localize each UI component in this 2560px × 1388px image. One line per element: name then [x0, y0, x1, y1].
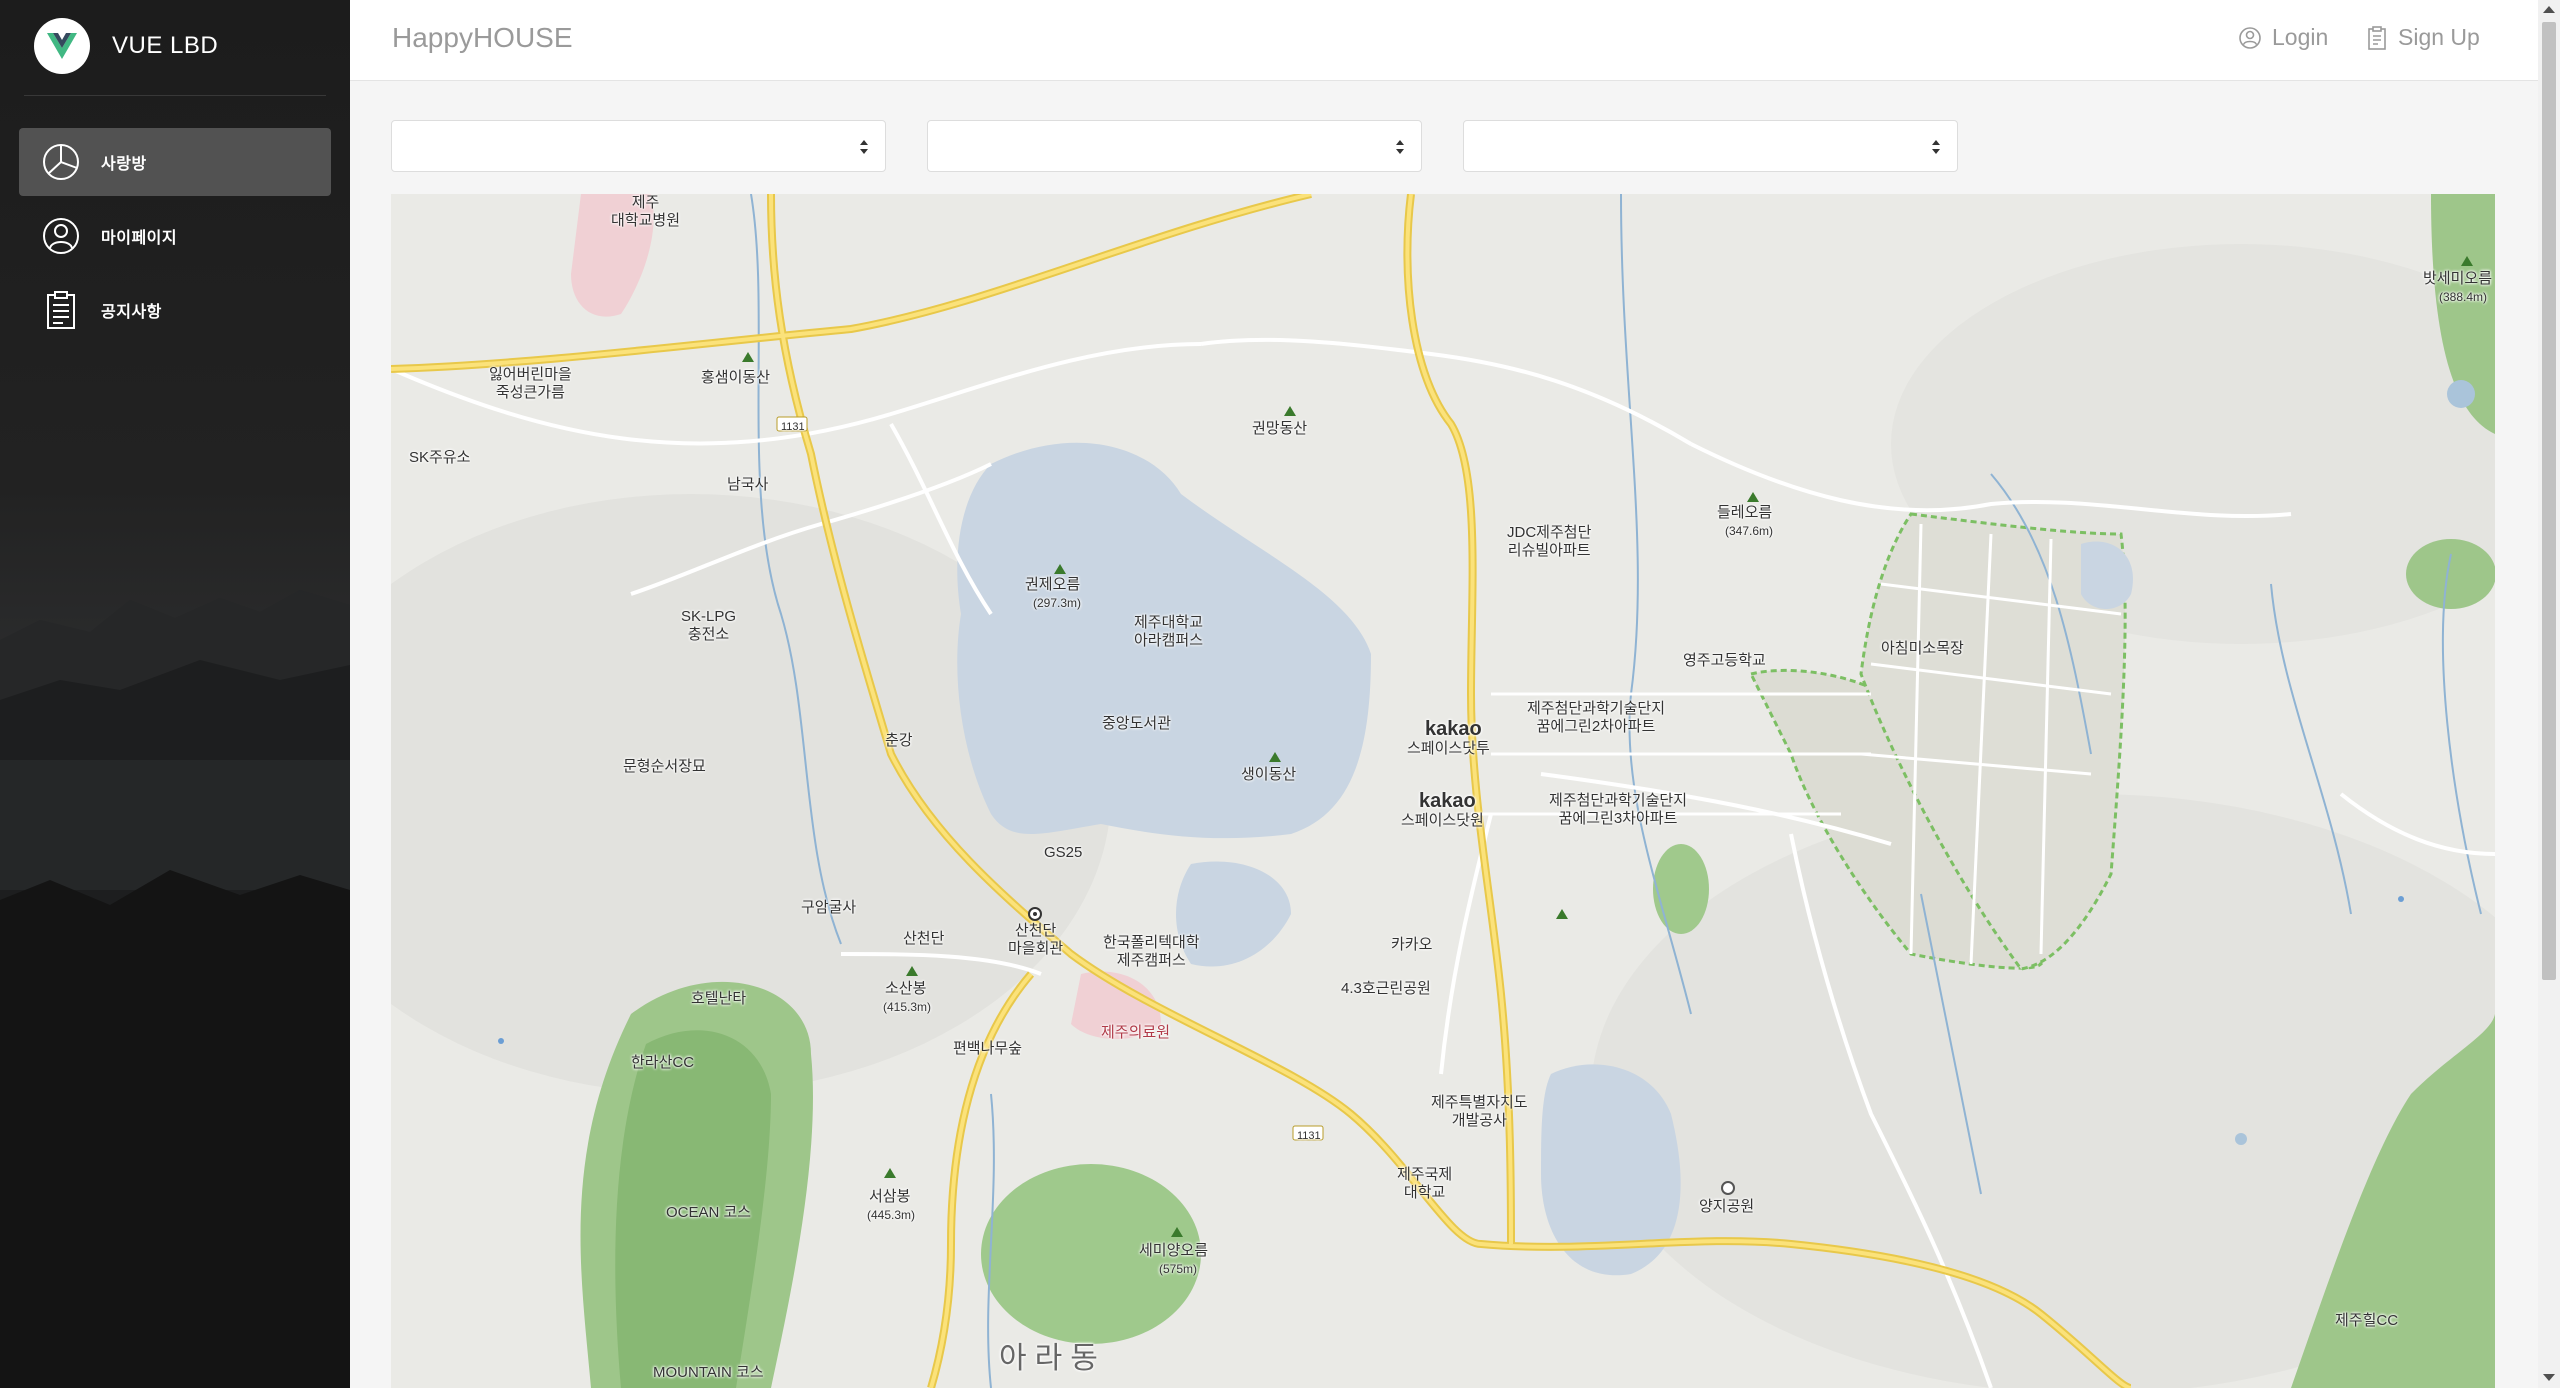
- map-label-hotel-nanta: 호텔난타: [691, 990, 747, 1007]
- sidebar-item-sarangbang[interactable]: 사랑방: [19, 128, 331, 196]
- map-label-mountain-course: MOUNTAIN 코스: [653, 1364, 764, 1381]
- map-label-central-library: 중앙도서관: [1102, 715, 1172, 732]
- map-label-gs25: GS25: [1044, 844, 1083, 861]
- brand-name: VUE LBD: [112, 32, 219, 59]
- map-label-saengi-dongsan: 생이동산: [1241, 766, 1297, 783]
- login-link[interactable]: Login: [2238, 24, 2328, 51]
- map-label-polytech: 한국폴리텍대학 제주캠퍼스: [1103, 934, 1200, 969]
- map-label-gugamsa: 구암굴사: [801, 899, 857, 916]
- map-label-sancheondan: 산천단: [903, 930, 945, 947]
- signup-link[interactable]: Sign Up: [2366, 24, 2480, 51]
- top-navbar: HappyHOUSE Login Sign Up: [350, 0, 2538, 81]
- brand-divider: [24, 95, 326, 96]
- map-label-gwonje-height: (297.3m): [1033, 596, 1082, 610]
- clipboard-icon: [47, 291, 75, 329]
- sidebar-item-label: 마이페이지: [101, 230, 178, 247]
- user-icon: [43, 218, 79, 254]
- map-label-kakao-space-dot: 스페이스닷투: [1407, 740, 1490, 757]
- map-label-pyeonbaek: 편백나무숲: [953, 1040, 1023, 1057]
- clipboard-icon: [2368, 25, 2386, 50]
- sidebar-item-notice[interactable]: 공지사항: [19, 276, 331, 344]
- scroll-down-arrow-icon[interactable]: [2543, 1374, 2555, 1381]
- map-label-kakao-space-one: 스페이스닷원: [1401, 812, 1484, 829]
- map-label-semiyang-height: (575m): [1159, 1262, 1198, 1276]
- map-label-namguksa: 남국사: [727, 476, 769, 493]
- sidebar-item-mypage[interactable]: 마이페이지: [19, 202, 331, 270]
- map-label-jeju-dev-corp: 제주특별자치도 개발공사: [1431, 1094, 1528, 1129]
- map-label-gwonje-oreum: 권제오름: [1025, 576, 1081, 593]
- map-label-deulle-height: (347.6m): [1725, 524, 1774, 538]
- map-label-sosanbong-height: (415.3m): [883, 1000, 932, 1014]
- select-arrows-icon: [1932, 140, 1940, 154]
- map-label-seosambong: 서삼봉: [869, 1188, 911, 1205]
- map-label-youngju-high: 영주고등학교: [1683, 652, 1766, 669]
- map-label-semiyang: 세미양오름: [1139, 1242, 1209, 1259]
- map-label-hongsaengi: 홍샘이동산: [701, 369, 771, 386]
- vue-logo-icon: [34, 18, 90, 74]
- map-label-jeju-univ-ara: 제주대학교 아라캠퍼스: [1134, 614, 1204, 649]
- select-arrows-icon: [1396, 140, 1404, 154]
- map-label-achimmiso: 아침미소목장: [1881, 640, 1964, 657]
- sidebar-item-label: 공지사항: [101, 304, 162, 321]
- map-label-batsemi-oreum: 밧세미오름: [2423, 270, 2493, 287]
- scrollbar-thumb[interactable]: [2542, 22, 2556, 980]
- map-label-ara-dong: 아라동: [999, 1342, 1106, 1375]
- map-label-kakao-poi: 카카오: [1391, 936, 1433, 953]
- map-label-sancheondan-hall: 산천단 마을회관: [1008, 922, 1064, 957]
- brand[interactable]: VUE LBD: [34, 18, 218, 74]
- map-label-sk-oil: SK주유소: [409, 449, 471, 466]
- map-label-dream-green-2: 제주첨단과학기술단지 꿈에그린2차아파트: [1527, 700, 1666, 735]
- sidebar: VUE LBD 사랑방 마이페이지 공지사항: [0, 0, 350, 1388]
- sido-select[interactable]: [391, 120, 886, 172]
- map-label-sosanbong: 소산봉: [885, 980, 927, 997]
- map-label-gwonmang: 권망동산: [1252, 420, 1308, 437]
- map-label-chungang: 춘강: [885, 732, 913, 749]
- map-label-kakao-1: kakao: [1425, 718, 1482, 740]
- map-label-jeju-univ-hospital: 제주 대학교병원: [611, 194, 681, 229]
- map-label-seosambong-height: (445.3m): [867, 1208, 916, 1222]
- map-label-jdc-apt: JDC제주첨단 리슈빌아파트: [1507, 524, 1592, 559]
- map-label-ilgeobeorin: 잃어버린마을 죽성큰가름: [489, 366, 572, 401]
- signup-label: Sign Up: [2398, 24, 2480, 50]
- scroll-up-arrow-icon[interactable]: [2543, 6, 2555, 13]
- map-label-yangji-park: 양지공원: [1699, 1198, 1755, 1215]
- map-label-batsemi-height: (388.4m): [2439, 290, 2488, 304]
- map-label-dream-green-3: 제주첨단과학기술단지 꿈에그린3차아파트: [1549, 792, 1688, 827]
- map-label-jeju-intl-univ: 제주국제 대학교: [1397, 1166, 1453, 1201]
- page-title[interactable]: HappyHOUSE: [392, 22, 573, 54]
- map-label-park-43: 4.3호근린공원: [1341, 980, 1431, 997]
- map-label-kakao-2: kakao: [1419, 790, 1476, 812]
- pie-chart-icon: [43, 144, 79, 180]
- map-label-sk-lpg: SK-LPG 충전소: [681, 608, 737, 643]
- user-circle-icon: [2239, 26, 2261, 49]
- map-label-hallasan-cc: 한라산CC: [631, 1054, 695, 1071]
- map-label-munhyeongsun: 문형순서장묘: [623, 758, 706, 775]
- map-label-jeju-hill-cc: 제주힐CC: [2335, 1312, 2399, 1329]
- dong-select[interactable]: [1463, 120, 1958, 172]
- map[interactable]: 제주 대학교병원 잃어버린마을 죽성큰가름 홍샘이동산 SK주유소 남국사 SK…: [391, 194, 2495, 1388]
- select-arrows-icon: [860, 140, 868, 154]
- road-number-1131: 1131: [781, 421, 805, 433]
- map-label-jeju-medical: 제주의료원: [1101, 1024, 1171, 1041]
- login-label: Login: [2272, 24, 2329, 50]
- sidebar-item-label: 사랑방: [101, 156, 147, 173]
- gugun-select[interactable]: [927, 120, 1422, 172]
- map-label-ocean-course: OCEAN 코스: [666, 1204, 752, 1221]
- road-number-1131-bottom: 1131: [1297, 1130, 1321, 1142]
- map-label-deulle-oreum: 들레오름: [1717, 504, 1773, 521]
